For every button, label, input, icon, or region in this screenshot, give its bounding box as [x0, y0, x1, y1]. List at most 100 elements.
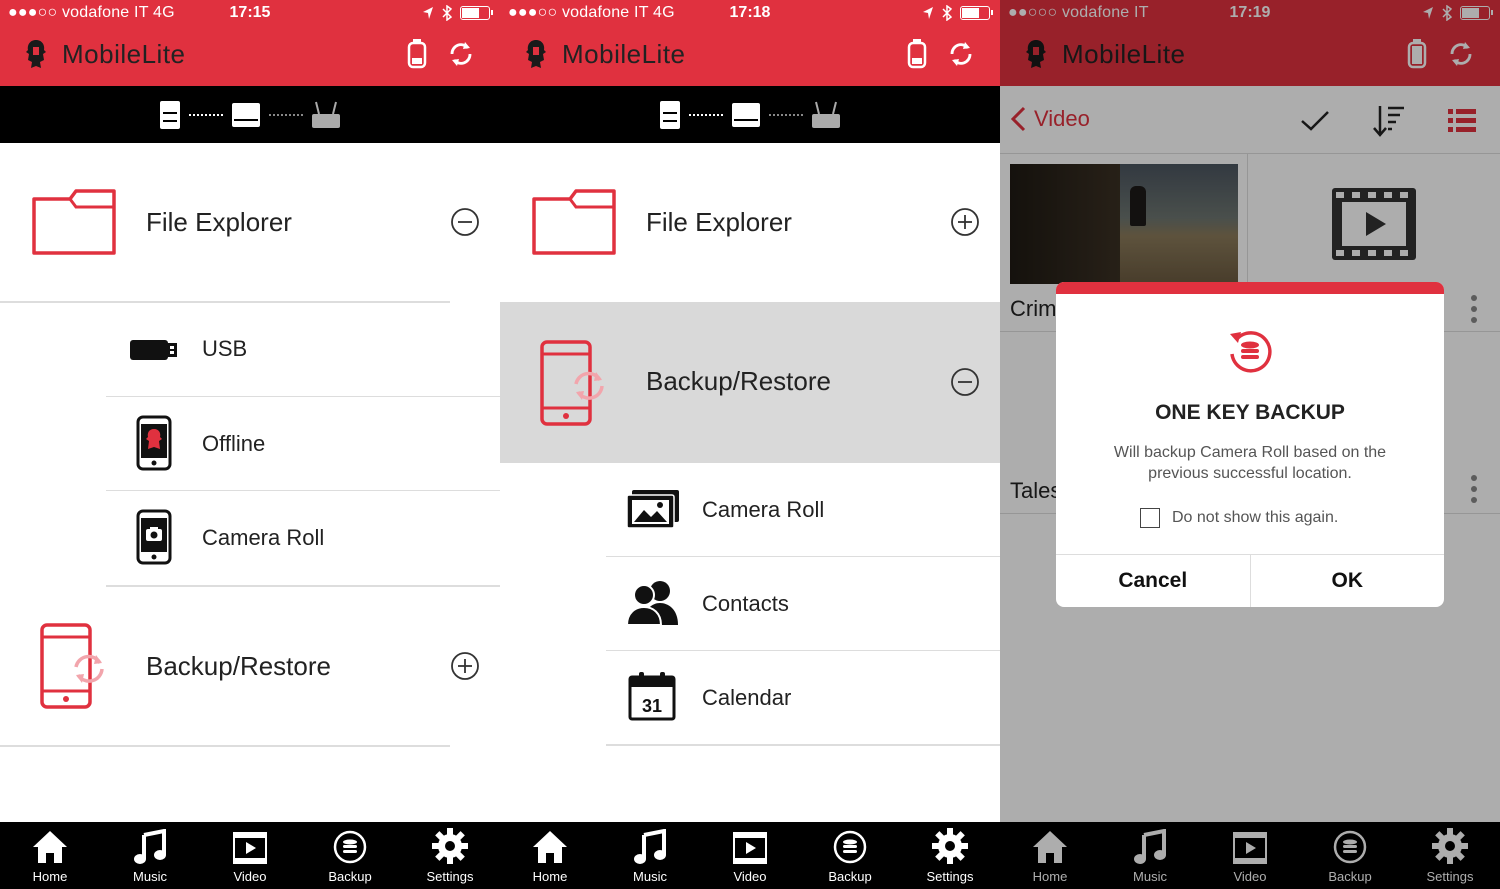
mobilelite-device-icon — [732, 102, 760, 127]
submenu-item-label: Calendar — [702, 684, 792, 710]
more-options-icon[interactable] — [1470, 294, 1478, 324]
video-icon — [233, 832, 267, 864]
app-logo[interactable]: MobileLite — [524, 38, 686, 70]
backup-icon — [833, 830, 867, 864]
dialog-message: Will backup Camera Roll based on the pre… — [1113, 444, 1387, 482]
tab-music[interactable]: Music — [1100, 822, 1200, 889]
phone-icon — [136, 415, 172, 471]
music-icon — [1134, 829, 1166, 864]
expand-icon[interactable] — [950, 207, 980, 237]
dialog-title: ONE KEY BACKUP — [1155, 401, 1345, 424]
tab-backup[interactable]: Backup — [300, 822, 400, 889]
tab-music[interactable]: Music — [600, 822, 700, 889]
tab-bar: Home Music Video Backup Settings — [500, 822, 1000, 889]
folder-icon — [532, 189, 616, 255]
tab-settings[interactable]: Settings — [900, 822, 1000, 889]
divider — [606, 744, 1000, 746]
video-icon — [733, 832, 767, 864]
tab-settings[interactable]: Settings — [400, 822, 500, 889]
app-name: MobileLite — [62, 38, 186, 69]
tab-settings[interactable]: Settings — [1400, 822, 1500, 889]
submenu-item-usb[interactable]: USB — [106, 302, 500, 396]
submenu-item-camera-roll[interactable]: Camera Roll — [106, 490, 500, 584]
tab-label: Music — [1133, 869, 1167, 884]
tab-backup[interactable]: Backup — [800, 822, 900, 889]
submenu-item-offline[interactable]: Offline — [106, 396, 500, 490]
bluetooth-icon — [1442, 5, 1452, 21]
checkbox-box[interactable] — [1140, 508, 1160, 528]
folder-icon — [32, 189, 116, 255]
screen-home-file-explorer: MobileLite ●●●○○ vodafone IT 4G 17:15 Fi… — [0, 0, 500, 889]
storage-battery-icon[interactable] — [1406, 38, 1428, 70]
app-name: MobileLite — [562, 38, 686, 69]
gear-icon — [1432, 828, 1468, 864]
select-check-icon[interactable] — [1300, 110, 1330, 132]
storage-battery-icon[interactable] — [906, 38, 928, 70]
calendar-icon: 31 — [628, 672, 676, 721]
backup-icon — [333, 830, 367, 864]
battery-icon — [460, 6, 493, 20]
app-logo[interactable]: MobileLite — [1024, 38, 1186, 70]
video-title: Crim — [1010, 296, 1057, 321]
tab-backup[interactable]: Backup — [1300, 822, 1400, 889]
cancel-button[interactable]: Cancel — [1056, 555, 1250, 607]
submenu-item-label: Offline — [202, 430, 266, 456]
file-explorer-row[interactable]: File Explorer — [0, 143, 500, 301]
status-bar: ●●○○○ vodafone IT 17:19 — [1000, 0, 1500, 28]
location-icon — [923, 7, 933, 19]
kingston-logo-icon — [1026, 40, 1046, 68]
submenu-item-label: Camera Roll — [202, 524, 325, 550]
video-icon — [1233, 832, 1267, 864]
submenu-item-calendar[interactable]: 31 Calendar — [606, 650, 1000, 744]
sync-icon[interactable] — [446, 38, 476, 70]
submenu-item-camera-roll[interactable]: Camera Roll — [606, 463, 1000, 557]
collapse-icon[interactable] — [950, 367, 980, 397]
storage-battery-icon[interactable] — [406, 38, 428, 70]
home-icon — [1033, 831, 1067, 863]
dialog-accent-bar — [1056, 282, 1444, 294]
back-button[interactable]: Video — [1010, 106, 1090, 132]
home-icon — [33, 831, 67, 863]
list-view-icon[interactable] — [1448, 108, 1476, 134]
tab-label: Home — [532, 869, 568, 884]
dialog-buttons: Cancel OK — [1056, 554, 1444, 607]
film-placeholder-icon — [1332, 188, 1416, 260]
sort-icon[interactable] — [1372, 104, 1406, 138]
tab-home[interactable]: Home — [1000, 822, 1100, 889]
backup-restore-row[interactable]: Backup/Restore — [0, 587, 500, 745]
screen-video-backup-dialog: MobileLite ●●○○○ vodafone IT 17:19 Video — [1000, 0, 1500, 889]
mobilelite-device-icon — [232, 102, 260, 127]
tab-video[interactable]: Video — [700, 822, 800, 889]
submenu-item-contacts[interactable]: Contacts — [606, 556, 1000, 650]
more-options-icon[interactable] — [1470, 474, 1478, 504]
backup-restore-label: Backup/Restore — [646, 366, 831, 396]
app-logo[interactable]: MobileLite — [24, 38, 186, 70]
backup-restore-row-selected[interactable]: Backup/Restore — [500, 302, 1000, 463]
backup-restore-label: Backup/Restore — [146, 651, 331, 681]
tab-home[interactable]: Home — [500, 822, 600, 889]
sync-icon[interactable] — [1446, 38, 1476, 70]
collapse-icon[interactable] — [450, 207, 480, 237]
phone-device-icon — [160, 100, 180, 129]
sync-icon[interactable] — [946, 38, 976, 70]
tab-music[interactable]: Music — [100, 822, 200, 889]
connection-bar — [500, 86, 1000, 143]
phone-sync-icon — [540, 340, 604, 426]
back-label: Video — [1034, 106, 1090, 131]
tab-home[interactable]: Home — [0, 822, 100, 889]
do-not-show-checkbox[interactable]: Do not show this again. — [1140, 508, 1338, 528]
expand-icon[interactable] — [450, 651, 480, 681]
music-icon — [634, 829, 666, 864]
ok-button[interactable]: OK — [1249, 555, 1445, 607]
battery-icon — [960, 6, 993, 20]
tab-video[interactable]: Video — [1200, 822, 1300, 889]
submenu-item-label: Contacts — [702, 590, 789, 616]
camera-phone-icon — [136, 509, 172, 565]
phone-sync-icon — [40, 623, 104, 709]
screen-home-backup-restore: MobileLite ●●●○○ vodafone IT 4G 17:18 Fi… — [500, 0, 1000, 889]
file-explorer-row[interactable]: File Explorer — [500, 143, 1000, 301]
submenu-item-label: Camera Roll — [702, 497, 825, 522]
tab-label: Settings — [926, 869, 974, 884]
tab-video[interactable]: Video — [200, 822, 300, 889]
checkbox-label: Do not show this again. — [1172, 509, 1339, 526]
